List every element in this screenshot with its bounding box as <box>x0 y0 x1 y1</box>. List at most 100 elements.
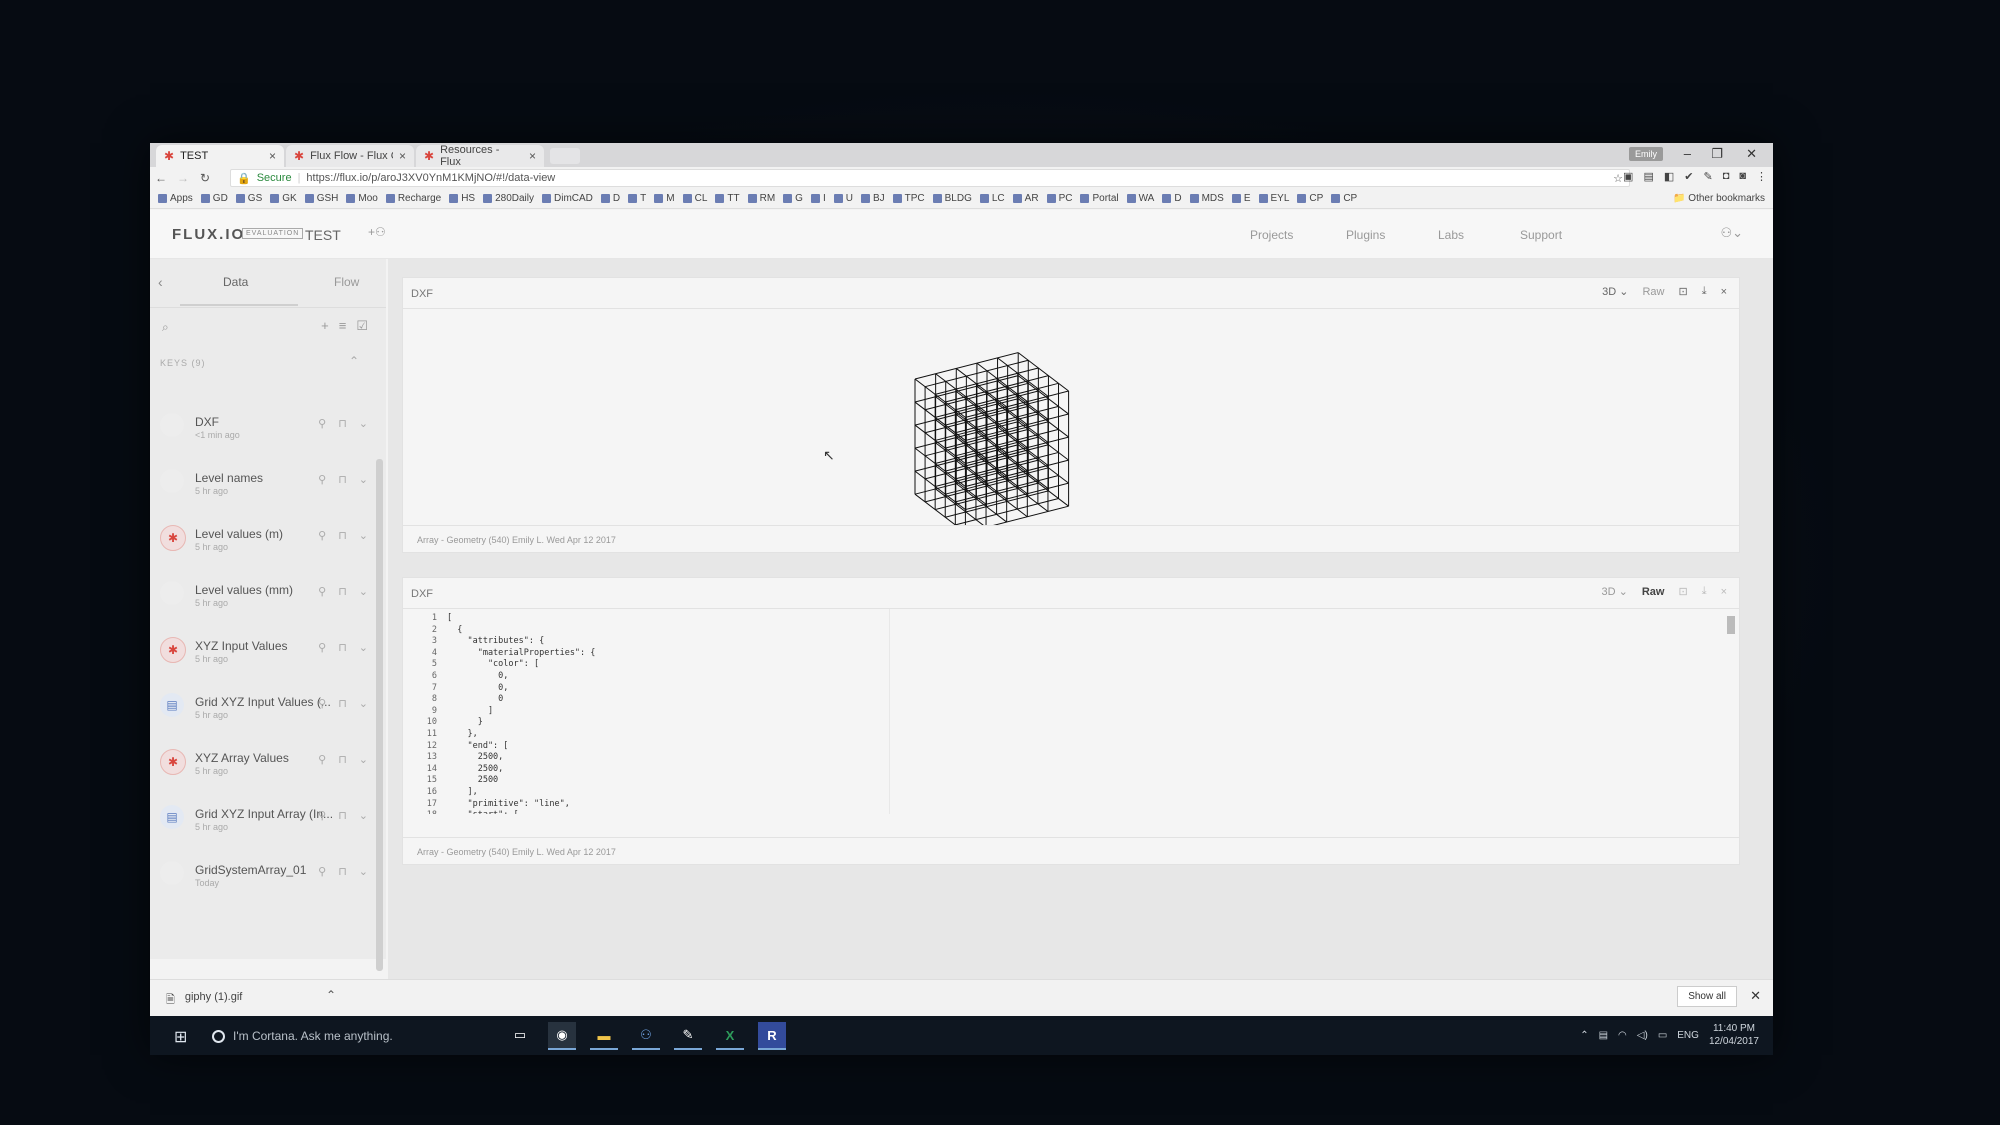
download-icon[interactable]: ⤓ <box>1702 585 1707 598</box>
pin-icon[interactable]: ⚲ <box>318 473 326 486</box>
extension-icon[interactable]: ◧ <box>1664 170 1674 183</box>
bookmark-item[interactable]: TPC <box>892 193 925 204</box>
bookmark-item[interactable]: HS <box>449 193 475 204</box>
lock-icon[interactable]: ⊓ <box>338 697 347 710</box>
key-item[interactable]: ✱ Level values (m) 5 hr ago ⚲ ⊓ ⌄ <box>150 511 372 567</box>
chevron-down-icon[interactable]: ⌄ <box>359 697 368 710</box>
show-all-button[interactable]: Show all <box>1677 986 1737 1007</box>
bookmark-item[interactable]: GK <box>270 193 297 204</box>
chevron-down-icon[interactable]: ⌄ <box>359 865 368 878</box>
window-close-icon[interactable]: ✕ <box>1746 146 1757 162</box>
download-icon[interactable]: ⤓ <box>1702 285 1707 298</box>
bookmark-item[interactable]: Moo <box>346 193 378 204</box>
pin-icon[interactable]: ⚲ <box>318 529 326 542</box>
download-item[interactable]: 🗎 giphy (1).gif <box>166 991 242 1010</box>
tab-data[interactable]: Data <box>223 275 248 289</box>
bookmark-item[interactable]: GD <box>200 193 228 204</box>
json-code-editor[interactable]: 12345678910111213141516171819 [ { "attri… <box>403 609 1739 814</box>
extension-icon[interactable]: ▣ <box>1623 170 1633 183</box>
screenshot-icon[interactable]: ⊡ <box>1678 285 1687 298</box>
extension-icon[interactable]: ✎ <box>1703 170 1712 183</box>
key-item[interactable]: ▤ Grid XYZ Input Array (In... 5 hr ago ⚲ ⊓ ⌄ <box>150 791 372 847</box>
restore-icon[interactable]: ❐ <box>1711 146 1723 162</box>
3d-viewport[interactable]: ↖ <box>403 309 1739 534</box>
lock-icon[interactable]: ⊓ <box>338 473 347 486</box>
chevron-down-icon[interactable]: ⌄ <box>359 529 368 542</box>
minimize-icon[interactable]: – <box>1684 146 1691 161</box>
extension-icon[interactable]: ✔ <box>1684 170 1693 183</box>
bookmark-item[interactable]: BLDG <box>932 193 972 204</box>
tab-flux-flow[interactable]: ✱ Flux Flow - Flux Commu × <box>286 145 414 167</box>
app-icon[interactable]: ✎ <box>674 1022 702 1050</box>
lock-icon[interactable]: ⊓ <box>338 417 347 430</box>
panel-close-icon[interactable]: × <box>1721 286 1727 298</box>
language-indicator[interactable]: ENG <box>1677 1030 1699 1041</box>
chevron-down-icon[interactable]: ⌄ <box>359 809 368 822</box>
reload-icon[interactable]: ↻ <box>194 171 216 185</box>
extension-icon[interactable]: ▤ <box>1643 170 1653 183</box>
nav-support[interactable]: Support <box>1520 228 1562 242</box>
app-icon[interactable]: ⚇ <box>632 1022 660 1050</box>
pin-icon[interactable]: ⚲ <box>318 809 326 822</box>
chevron-down-icon[interactable]: ⌄ <box>359 473 368 486</box>
task-view-icon[interactable]: ▭ <box>506 1022 534 1050</box>
rhino-icon[interactable]: R <box>758 1022 786 1050</box>
bookmark-item[interactable]: LC <box>979 193 1005 204</box>
raw-toggle[interactable]: Raw <box>1642 286 1664 298</box>
pin-icon[interactable]: ⚲ <box>318 697 326 710</box>
nav-plugins[interactable]: Plugins <box>1346 228 1385 242</box>
select-all-icon[interactable]: ☑ <box>356 318 368 334</box>
chevron-down-icon[interactable]: ⌄ <box>359 417 368 430</box>
bookmark-item[interactable]: BJ <box>860 193 885 204</box>
bookmark-item[interactable]: G <box>783 193 803 204</box>
bookmark-item[interactable]: AR <box>1012 193 1039 204</box>
bookmark-item[interactable]: M <box>654 193 675 204</box>
lock-icon[interactable]: ⊓ <box>338 585 347 598</box>
lock-icon[interactable]: ⊓ <box>338 753 347 766</box>
chevron-down-icon[interactable]: ⌄ <box>359 641 368 654</box>
user-menu-icon[interactable]: ⚇⌄ <box>1720 225 1743 241</box>
bookmark-item[interactable]: CP <box>1297 193 1323 204</box>
file-explorer-icon[interactable]: ▬ <box>590 1022 618 1050</box>
search-icon[interactable]: ⌕ <box>162 320 169 335</box>
pin-icon[interactable]: ⚲ <box>318 641 326 654</box>
bookmark-item[interactable]: PC <box>1046 193 1072 204</box>
address-bar[interactable]: 🔒 Secure | https://flux.io/p/aroJ3XV0YnM… <box>230 169 1630 187</box>
star-icon[interactable]: ☆ <box>1613 172 1623 185</box>
add-user-icon[interactable]: +⚇ <box>368 225 386 239</box>
bookmark-item[interactable]: I <box>810 193 826 204</box>
chevron-down-icon[interactable]: ⌄ <box>359 753 368 766</box>
close-tab-icon[interactable]: × <box>399 149 406 163</box>
bookmark-item[interactable]: MDS <box>1189 193 1224 204</box>
tab-flow[interactable]: Flow <box>334 275 359 289</box>
view-mode-dropdown[interactable]: 3D ⌄ <box>1602 585 1628 598</box>
close-tab-icon[interactable]: × <box>269 149 276 163</box>
chevron-up-icon[interactable]: ⌃ <box>326 988 336 1002</box>
bookmark-item[interactable]: D <box>1162 193 1182 204</box>
add-key-icon[interactable]: + <box>321 318 329 334</box>
bookmark-item[interactable]: GS <box>235 193 262 204</box>
extension-icon[interactable]: ◘ <box>1723 170 1730 183</box>
chevron-down-icon[interactable]: ⌄ <box>359 585 368 598</box>
lock-icon[interactable]: ⊓ <box>338 865 347 878</box>
bookmark-item[interactable]: E <box>1231 193 1251 204</box>
tray-expand-icon[interactable]: ⌃ <box>1580 1030 1588 1041</box>
pin-icon[interactable]: ⚲ <box>318 417 326 430</box>
key-item[interactable]: ✱ XYZ Array Values 5 hr ago ⚲ ⊓ ⌄ <box>150 735 372 791</box>
screenshot-icon[interactable]: ⊡ <box>1678 585 1687 598</box>
network-icon[interactable]: ▤ <box>1599 1030 1608 1041</box>
lock-icon[interactable]: ⊓ <box>338 641 347 654</box>
nav-labs[interactable]: Labs <box>1438 228 1464 242</box>
key-item[interactable]: GridSystemArray_01 Today ⚲ ⊓ ⌄ <box>150 847 372 903</box>
bookmark-item[interactable]: WA <box>1126 193 1154 204</box>
excel-icon[interactable]: X <box>716 1022 744 1050</box>
windows-start-icon[interactable]: ⊞ <box>174 1027 187 1047</box>
bookmark-item[interactable]: U <box>833 193 853 204</box>
project-name[interactable]: TEST <box>305 227 341 243</box>
bookmark-item[interactable]: Apps <box>158 193 193 204</box>
nav-projects[interactable]: Projects <box>1250 228 1293 242</box>
volume-icon[interactable]: ◁) <box>1637 1030 1648 1041</box>
key-item[interactable]: ✱ XYZ Input Values 5 hr ago ⚲ ⊓ ⌄ <box>150 623 372 679</box>
tab-resources[interactable]: ✱ Resources - Flux × <box>416 144 544 168</box>
pin-icon[interactable]: ⚲ <box>318 585 326 598</box>
